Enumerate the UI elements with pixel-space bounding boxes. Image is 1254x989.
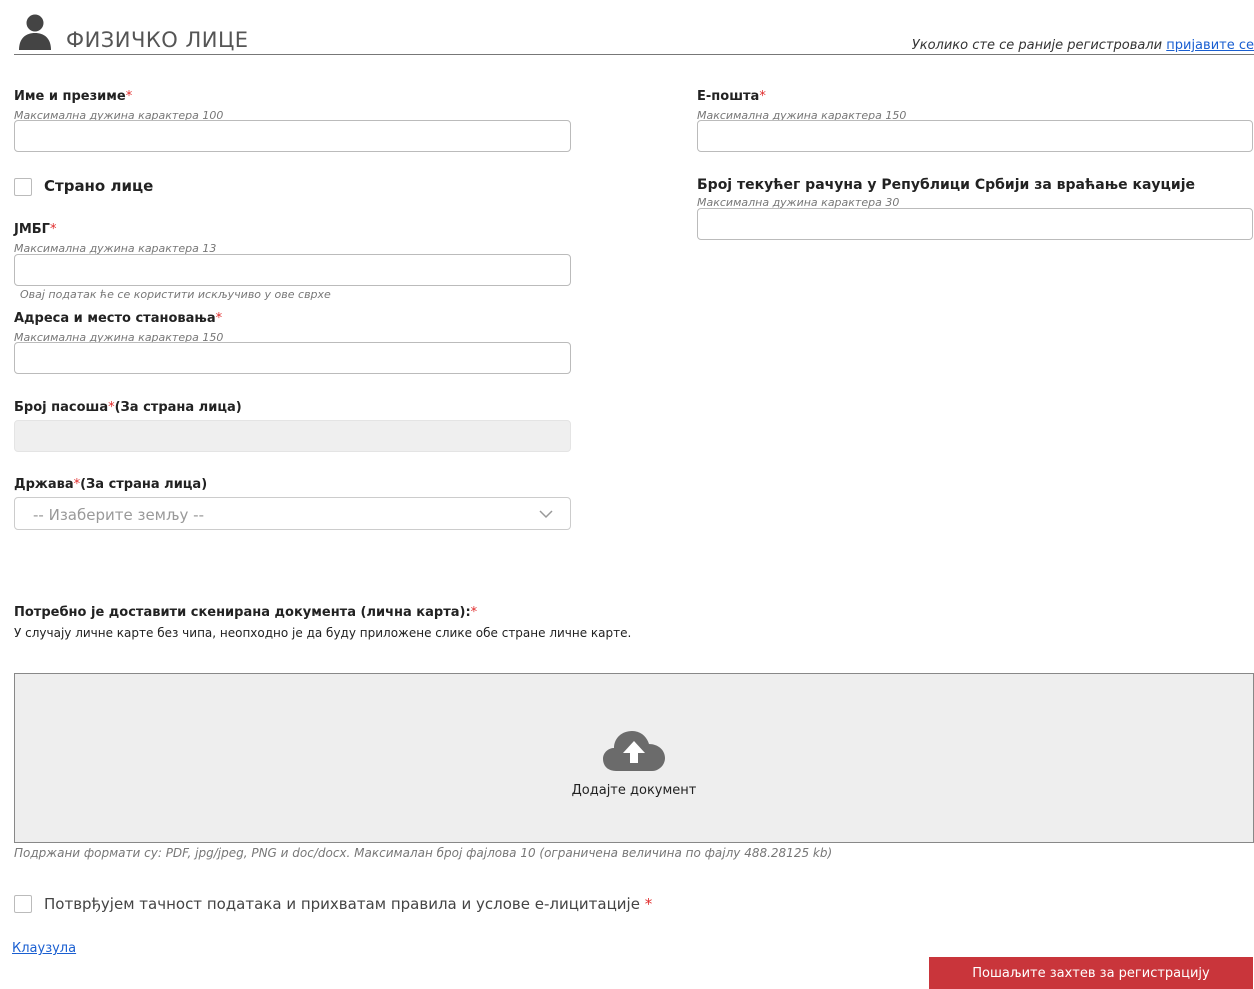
full-name-label-text: Име и презиме — [14, 89, 126, 104]
upload-formats-note: Подржани формати су: PDF, jpg/jpeg, PNG … — [14, 846, 833, 860]
page-header: ФИЗИЧКО ЛИЦЕ Уколико сте се раније регис… — [14, 14, 1254, 55]
chevron-down-icon — [539, 510, 553, 519]
passport-label: Број пасоша*(За страна лица) — [14, 400, 242, 415]
foreign-person-label: Страно лице — [44, 177, 154, 195]
terms-label: Потврђујем тачност података и прихватам … — [44, 895, 652, 913]
login-hint: Уколико сте се раније регистровали прија… — [912, 38, 1254, 53]
passport-label-text: Број пасоша — [14, 400, 109, 415]
address-label-text: Адреса и место становања — [14, 311, 216, 326]
clause-link[interactable]: Клаузула — [12, 941, 76, 956]
bank-account-input[interactable] — [697, 208, 1253, 240]
passport-input[interactable] — [14, 420, 571, 452]
passport-label-suffix: (За страна лица) — [114, 400, 242, 415]
submit-registration-button[interactable]: Пошаљите захтев за регистрацију — [929, 957, 1253, 989]
upload-label: Додајте документ — [571, 783, 697, 798]
cloud-upload-icon — [603, 731, 665, 771]
required-mark: * — [125, 89, 133, 104]
email-label-text: Е-пошта — [697, 89, 760, 104]
country-label: Држава*(За страна лица) — [14, 477, 207, 492]
jmbg-label: ЈМБГ* — [14, 222, 56, 237]
full-name-label: Име и презиме* — [14, 89, 132, 104]
documents-description: У случају личне карте без чипа, неопходн… — [14, 626, 632, 640]
terms-label-text: Потврђујем тачност података и прихватам … — [44, 895, 640, 913]
documents-title-text: Потребно је доставити скенирана документ… — [14, 605, 471, 620]
required-mark: * — [215, 311, 223, 326]
login-hint-text: Уколико сте се раније регистровали — [911, 38, 1163, 53]
terms-checkbox[interactable] — [14, 895, 32, 913]
full-name-input[interactable] — [14, 120, 571, 152]
address-input[interactable] — [14, 342, 571, 374]
documents-title: Потребно је доставити скенирана документ… — [14, 605, 477, 620]
page-title: ФИЗИЧКО ЛИЦЕ — [66, 28, 249, 52]
jmbg-note: Овај податак ће се користити искључиво у… — [20, 288, 331, 301]
email-label: Е-пошта* — [697, 89, 766, 104]
country-label-suffix: (За страна лица) — [80, 477, 208, 492]
login-link[interactable]: пријавите се — [1166, 38, 1254, 53]
country-label-text: Држава — [14, 477, 74, 492]
jmbg-label-text: ЈМБГ — [14, 222, 50, 237]
required-mark: * — [644, 895, 653, 913]
foreign-person-checkbox[interactable] — [14, 178, 32, 196]
required-mark: * — [470, 605, 478, 620]
document-upload-dropzone[interactable]: Додајте документ — [14, 673, 1254, 843]
jmbg-input[interactable] — [14, 254, 571, 286]
country-select-value: -- Изаберите земљу -- — [33, 506, 204, 524]
bank-account-label: Број текућег рачуна у Републици Србији з… — [697, 177, 1196, 193]
address-label: Адреса и место становања* — [14, 311, 222, 326]
country-select[interactable]: -- Изаберите земљу -- — [14, 497, 571, 530]
user-icon — [19, 14, 51, 50]
required-mark: * — [759, 89, 766, 104]
email-input[interactable] — [697, 120, 1253, 152]
required-mark: * — [49, 222, 57, 237]
